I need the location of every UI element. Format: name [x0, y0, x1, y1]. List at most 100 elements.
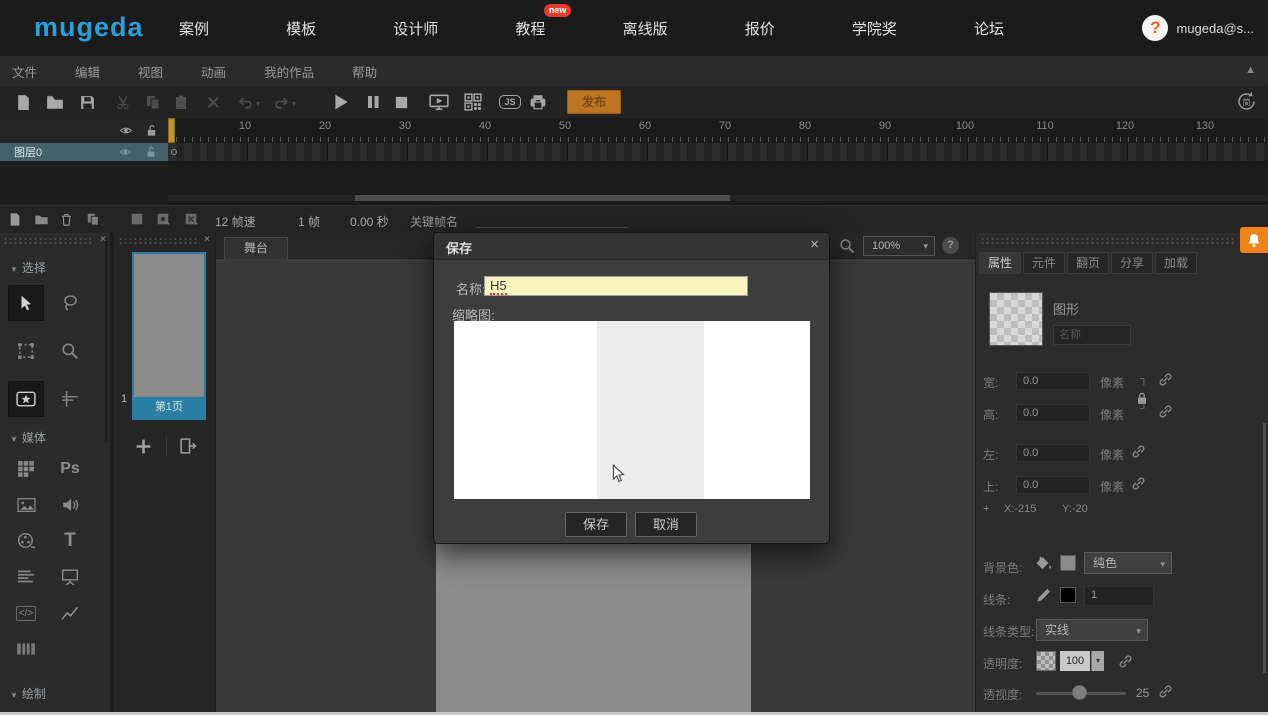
line-width-input[interactable]: 1	[1084, 586, 1154, 606]
clear-keyframe-icon[interactable]	[184, 212, 200, 228]
tab-properties[interactable]: 属性	[979, 252, 1021, 274]
redo-icon[interactable]	[270, 91, 292, 113]
open-file-icon[interactable]	[44, 91, 66, 113]
tab-stage[interactable]: 舞台	[224, 237, 288, 259]
menu-animation[interactable]: 动画	[201, 62, 226, 81]
paragraph-tool-icon[interactable]	[8, 559, 44, 595]
tab-page-flip[interactable]: 翻页	[1067, 252, 1109, 274]
save-button[interactable]: 保存	[565, 512, 627, 537]
canvas-zoom-icon[interactable]	[839, 238, 855, 254]
save-dialog-close-icon[interactable]: ×	[810, 236, 819, 253]
inspector-scrollbar[interactable]	[1263, 423, 1266, 673]
duplicate-layer-icon[interactable]	[86, 212, 102, 228]
inspector-drag-handle[interactable]	[980, 237, 1235, 245]
name-input[interactable]: H5	[484, 276, 748, 296]
perspective-link-icon[interactable]	[1158, 684, 1173, 699]
play-icon[interactable]	[330, 91, 352, 113]
tools-panel-drag-handle[interactable]	[3, 237, 91, 245]
preview-icon[interactable]	[428, 91, 450, 113]
cut-icon[interactable]	[112, 91, 134, 113]
top-link-icon[interactable]	[1131, 476, 1146, 491]
nav-item-designers[interactable]: 设计师	[393, 18, 438, 39]
nav-item-templates[interactable]: 模板	[286, 18, 316, 39]
object-name-input[interactable]: 名称	[1053, 325, 1131, 345]
menu-my-works[interactable]: 我的作品	[264, 62, 314, 81]
menu-edit[interactable]: 编辑	[75, 62, 100, 81]
mugeda-logo[interactable]: mugeda	[34, 12, 144, 43]
filmstrip-tool-icon[interactable]	[8, 631, 44, 667]
pages-panel-drag-handle[interactable]	[118, 237, 200, 245]
nav-item-offline[interactable]: 离线版	[623, 18, 668, 39]
nav-item-cases[interactable]: 案例	[179, 18, 209, 39]
text-tool-icon[interactable]: T	[52, 523, 88, 559]
copy-icon[interactable]	[142, 91, 164, 113]
paint-bucket-icon[interactable]	[1034, 554, 1053, 573]
insert-frame-icon[interactable]	[130, 212, 146, 228]
line-color-swatch[interactable]	[1060, 587, 1076, 603]
tools-panel-scrollbar[interactable]	[105, 241, 108, 441]
opacity-checker-icon[interactable]	[1036, 651, 1056, 671]
zoom-level-select[interactable]: 100%▾	[863, 236, 935, 256]
new-file-icon[interactable]	[12, 91, 34, 113]
rotate-language-icon[interactable]: 简	[1235, 90, 1258, 113]
components-library-icon[interactable]	[8, 451, 44, 487]
nav-item-academy-award[interactable]: 学院奖	[852, 18, 897, 39]
bg-type-select[interactable]: 纯色▾	[1084, 552, 1172, 574]
layers-lock-icon[interactable]	[145, 124, 158, 137]
qr-preview-icon[interactable]	[462, 91, 484, 113]
undo-caret-icon[interactable]: ▾	[256, 99, 260, 108]
pages-panel-close-icon[interactable]: ×	[204, 234, 210, 245]
tab-loading[interactable]: 加载	[1155, 252, 1197, 274]
opacity-link-icon[interactable]	[1118, 654, 1133, 669]
save-dialog-titlebar[interactable]: 保存 ×	[434, 233, 829, 260]
duplicate-page-icon[interactable]	[174, 433, 200, 459]
delete-icon[interactable]	[202, 91, 224, 113]
publish-button[interactable]: 发布	[567, 90, 621, 114]
pause-icon[interactable]	[362, 91, 384, 113]
guides-tool-icon[interactable]	[52, 381, 88, 417]
width-input[interactable]: 0.0	[1016, 372, 1090, 390]
section-draw[interactable]: ▼绘制	[10, 685, 46, 702]
nav-item-tutorials[interactable]: 教程new	[515, 18, 545, 39]
add-page-icon[interactable]	[130, 433, 156, 459]
tab-components[interactable]: 元件	[1023, 252, 1065, 274]
photoshop-import-icon[interactable]: Ps	[52, 451, 88, 487]
timeline-hscroll-thumb[interactable]	[355, 195, 730, 201]
timeline-hscroll-track[interactable]	[168, 195, 1268, 201]
opacity-spinner-icon[interactable]: ▾	[1091, 651, 1104, 671]
menu-view[interactable]: 视图	[138, 62, 163, 81]
empty-keyframe-marker[interactable]	[171, 149, 177, 155]
video-tool-icon[interactable]	[8, 523, 44, 559]
height-input[interactable]: 0.0	[1016, 404, 1090, 422]
whiteboard-tool-icon[interactable]	[52, 559, 88, 595]
top-input[interactable]: 0.0	[1016, 476, 1090, 494]
layer-visibility-icon[interactable]	[119, 146, 132, 158]
image-tool-icon[interactable]	[8, 487, 44, 523]
transform-tool-icon[interactable]	[8, 333, 44, 369]
section-media[interactable]: ▼媒体	[10, 429, 46, 446]
audio-tool-icon[interactable]	[52, 487, 88, 523]
cursor-tool-icon[interactable]	[8, 285, 44, 321]
delete-layer-icon[interactable]	[60, 212, 76, 228]
lasso-tool-icon[interactable]	[52, 285, 88, 321]
layer-lock-icon[interactable]	[145, 146, 157, 158]
user-account[interactable]: ? mugeda@s...	[1142, 0, 1254, 56]
nav-item-forum[interactable]: 论坛	[974, 18, 1004, 39]
collapse-panel-icon[interactable]: ▲	[1245, 64, 1256, 76]
help-icon[interactable]: ?	[942, 237, 959, 254]
zoom-tool-icon[interactable]	[52, 333, 88, 369]
height-link-icon[interactable]	[1158, 404, 1173, 419]
new-layer-icon[interactable]	[8, 212, 24, 228]
line-type-select[interactable]: 实线▾	[1036, 619, 1148, 641]
bg-color-swatch[interactable]	[1060, 555, 1076, 571]
perspective-slider-knob[interactable]	[1072, 685, 1087, 700]
redo-caret-icon[interactable]: ▾	[292, 99, 296, 108]
export-package-icon[interactable]	[527, 91, 549, 113]
section-select[interactable]: ▼选择	[10, 259, 46, 276]
code-tool-icon[interactable]: </>	[8, 595, 44, 631]
timeline-playhead[interactable]	[168, 118, 175, 143]
width-link-icon[interactable]	[1158, 372, 1173, 387]
keyframe-name-input[interactable]	[476, 214, 628, 228]
page-thumbnail[interactable]: 第1页	[132, 252, 206, 420]
nav-item-pricing[interactable]: 报价	[745, 18, 775, 39]
